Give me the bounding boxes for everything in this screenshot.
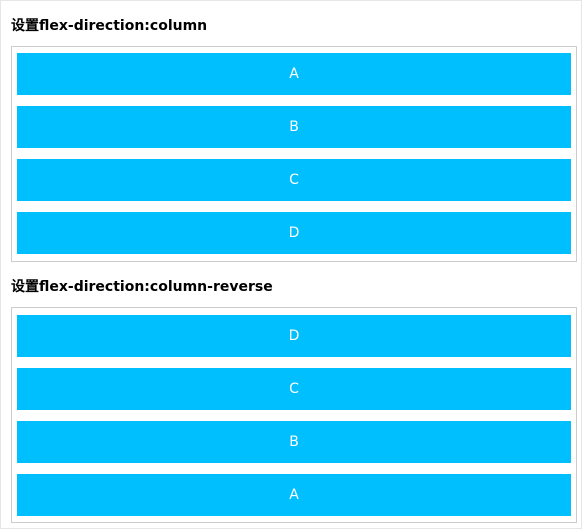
flex-item-c: C xyxy=(17,368,571,410)
flex-container-column: A B C D xyxy=(11,46,577,262)
flex-item-a: A xyxy=(17,474,571,516)
flex-item-a: A xyxy=(17,53,571,95)
flex-item-d: D xyxy=(17,212,571,254)
flex-item-b: B xyxy=(17,106,571,148)
section-title-column-reverse: 设置flex-direction:column-reverse xyxy=(11,279,273,295)
flex-container-column-reverse: A B C D xyxy=(11,307,577,523)
flex-item-b: B xyxy=(17,421,571,463)
flex-item-d: D xyxy=(17,315,571,357)
flex-item-c: C xyxy=(17,159,571,201)
section-title-column: 设置flex-direction:column xyxy=(11,18,208,34)
demo-page: 设置flex-direction:column A B C D 设置flex-d… xyxy=(0,0,582,529)
